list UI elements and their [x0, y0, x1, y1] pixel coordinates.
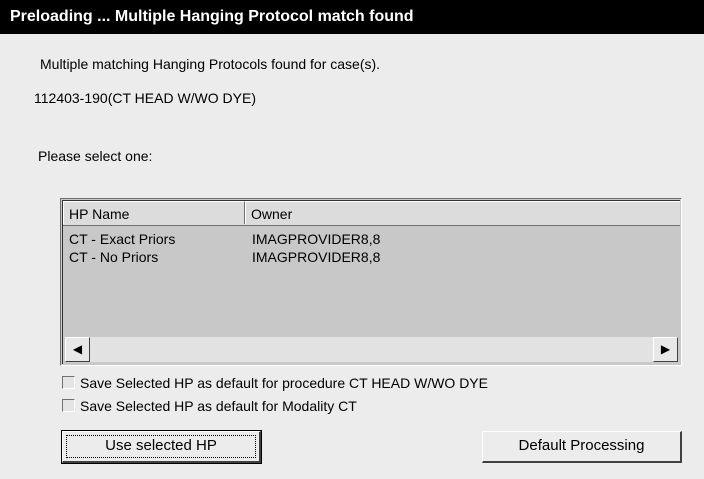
horizontal-scrollbar[interactable]: ◀ ▶ [65, 337, 678, 362]
owner-cell: IMAGPROVIDER8,8 [252, 249, 381, 265]
list-header: HP Name Owner [63, 201, 680, 226]
scroll-left-icon[interactable]: ◀ [65, 337, 90, 362]
hanging-protocol-list[interactable]: HP Name Owner CT - Exact Priors IMAGPROV… [60, 198, 682, 366]
save-modality-label[interactable]: Save Selected HP as default for Modality… [80, 397, 357, 415]
hp-name-cell: CT - No Priors [69, 249, 159, 265]
column-header-hp-name[interactable]: HP Name [63, 201, 245, 224]
message-line: Multiple matching Hanging Protocols foun… [40, 56, 381, 72]
focus-rectangle [66, 435, 256, 458]
default-processing-button[interactable]: Default Processing [482, 431, 682, 463]
hp-name-cell: CT - Exact Priors [69, 231, 176, 247]
save-modality-checkbox[interactable] [62, 399, 75, 412]
window-title: Preloading ... Multiple Hanging Protocol… [0, 0, 704, 34]
select-prompt: Please select one: [38, 148, 153, 164]
use-selected-hp-button[interactable]: Use selected HP [61, 430, 262, 464]
list-item[interactable]: CT - No Priors IMAGPROVIDER8,8 [63, 248, 680, 266]
default-processing-label: Default Processing [518, 437, 645, 454]
owner-cell: IMAGPROVIDER8,8 [252, 231, 381, 247]
list-item[interactable]: CT - Exact Priors IMAGPROVIDER8,8 [63, 230, 680, 248]
case-id: 112403-190(CT HEAD W/WO DYE) [34, 90, 256, 106]
save-procedure-label[interactable]: Save Selected HP as default for procedur… [80, 374, 488, 392]
save-procedure-checkbox[interactable] [62, 376, 75, 389]
column-header-owner[interactable]: Owner [245, 201, 680, 224]
scroll-right-icon[interactable]: ▶ [653, 337, 678, 362]
